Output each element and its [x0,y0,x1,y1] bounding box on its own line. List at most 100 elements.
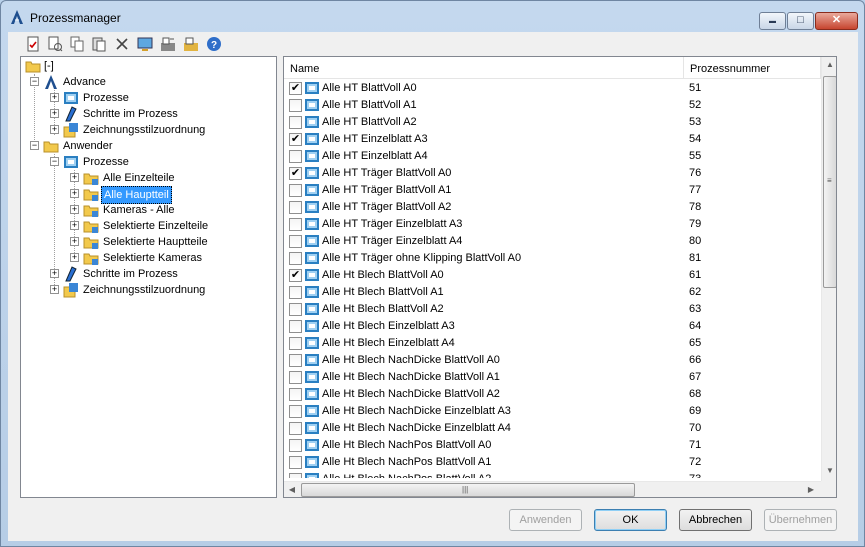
expand-icon[interactable]: + [70,221,79,230]
list-row[interactable]: Alle HT Einzelblatt A4 55 [284,148,821,165]
scroll-up-icon[interactable]: ▲ [822,57,836,73]
column-header-prozessnummer[interactable]: Prozessnummer [684,57,821,79]
expand-icon[interactable]: + [70,253,79,262]
help-icon[interactable]: ? [206,36,222,52]
list-row[interactable]: ✔ Alle HT Einzelblatt A3 54 [284,131,821,148]
expand-icon[interactable]: + [50,125,59,134]
apply-button[interactable]: Anwenden [509,509,582,531]
copy-icon[interactable] [69,36,85,52]
list-row[interactable]: Alle Ht Blech NachPos BlattVoll A2 73 [284,471,821,478]
column-header-name[interactable]: Name [284,57,684,79]
list-row[interactable]: Alle Ht Blech BlattVoll A2 63 [284,301,821,318]
list-row[interactable]: Alle HT BlattVoll A2 53 [284,114,821,131]
row-checkbox[interactable] [289,99,302,112]
list-row[interactable]: Alle HT Träger ohne Klipping BlattVoll A… [284,250,821,267]
row-prozessnummer: 62 [689,286,702,298]
row-checkbox[interactable] [289,456,302,469]
expand-icon[interactable]: + [50,285,59,294]
row-name: Alle Ht Blech BlattVoll A1 [322,286,444,298]
scroll-right-icon[interactable]: ▶ [803,482,819,497]
collapse-icon[interactable]: − [30,141,39,150]
collapse-icon[interactable]: − [50,157,59,166]
row-checkbox[interactable] [289,286,302,299]
row-checkbox[interactable] [289,439,302,452]
cancel-button[interactable]: Abbrechen [679,509,752,531]
list-row[interactable]: Alle Ht Blech NachDicke BlattVoll A0 66 [284,352,821,369]
process-icon [305,371,319,383]
vertical-scrollbar[interactable]: ▲ ≡ ▼ [821,57,836,481]
list-row[interactable]: Alle HT Träger Einzelblatt A4 80 [284,233,821,250]
list-row[interactable]: ✔ Alle HT BlattVoll A0 51 [284,80,821,97]
expand-icon[interactable]: + [50,93,59,102]
row-checkbox[interactable] [289,371,302,384]
list-row[interactable]: Alle Ht Blech NachDicke BlattVoll A2 68 [284,386,821,403]
list-row[interactable]: Alle HT Träger BlattVoll A2 78 [284,199,821,216]
list-row[interactable]: ✔ Alle Ht Blech BlattVoll A0 61 [284,267,821,284]
row-checkbox[interactable] [289,422,302,435]
row-checkbox[interactable] [289,184,302,197]
list-row[interactable]: Alle Ht Blech Einzelblatt A4 65 [284,335,821,352]
list-row[interactable]: Alle HT BlattVoll A1 52 [284,97,821,114]
row-checkbox[interactable] [289,388,302,401]
row-checkbox[interactable] [289,303,302,316]
list-row[interactable]: Alle Ht Blech NachDicke BlattVoll A1 67 [284,369,821,386]
horizontal-scroll-thumb[interactable]: ||| [301,483,635,497]
process-manager-window: Prozessmanager ▬ □ ✕ ? [-] − Advance + P… [0,0,865,547]
list-row[interactable]: Alle Ht Blech NachPos BlattVoll A0 71 [284,437,821,454]
scroll-left-icon[interactable]: ◀ [284,482,300,497]
list-row[interactable]: Alle HT Träger Einzelblatt A3 79 [284,216,821,233]
expand-icon[interactable]: + [70,205,79,214]
row-checkbox[interactable] [289,116,302,129]
panel-splitter[interactable] [278,56,281,498]
row-checkbox[interactable] [289,201,302,214]
row-checkbox[interactable] [289,252,302,265]
expand-icon[interactable]: + [70,189,79,198]
row-prozessnummer: 65 [689,337,702,349]
row-checkbox[interactable]: ✔ [289,269,302,282]
list-row[interactable]: Alle Ht Blech BlattVoll A1 62 [284,284,821,301]
expand-icon[interactable]: + [50,269,59,278]
row-checkbox[interactable] [289,405,302,418]
list-row[interactable]: Alle Ht Blech NachPos BlattVoll A1 72 [284,454,821,471]
process-list[interactable]: Name Prozessnummer ✔ Alle HT BlattVoll A0… [283,56,837,498]
expand-icon[interactable]: + [70,173,79,182]
row-checkbox[interactable] [289,235,302,248]
row-checkbox[interactable] [289,473,302,478]
list-row[interactable]: Alle Ht Blech NachDicke Einzelblatt A3 69 [284,403,821,420]
accept-button[interactable]: Übernehmen [764,509,837,531]
row-checkbox[interactable] [289,354,302,367]
row-prozessnummer: 54 [689,133,702,145]
export-icon[interactable] [160,36,176,52]
maximize-button[interactable]: □ [787,12,814,30]
app-logo-icon [11,10,23,24]
import-icon[interactable] [183,36,199,52]
list-row[interactable]: ✔ Alle HT Träger BlattVoll A0 76 [284,165,821,182]
row-checkbox[interactable] [289,337,302,350]
new-process-icon[interactable] [25,36,41,52]
row-checkbox[interactable] [289,218,302,231]
expand-icon[interactable]: + [50,109,59,118]
vertical-scroll-thumb[interactable]: ≡ [823,76,836,288]
row-prozessnummer: 55 [689,150,702,162]
row-checkbox[interactable]: ✔ [289,133,302,146]
list-row[interactable]: Alle HT Träger BlattVoll A1 77 [284,182,821,199]
delete-icon[interactable] [114,36,130,52]
close-button[interactable]: ✕ [815,12,858,30]
list-row[interactable]: Alle Ht Blech Einzelblatt A3 64 [284,318,821,335]
list-row[interactable]: Alle Ht Blech NachDicke Einzelblatt A4 70 [284,420,821,437]
monitor-icon[interactable] [137,36,153,52]
scroll-down-icon[interactable]: ▼ [822,463,836,479]
horizontal-scrollbar[interactable]: ◀ ||| ▶ [284,481,821,497]
minimize-button[interactable]: ▬ [759,12,786,30]
collapse-icon[interactable]: − [30,77,39,86]
paste-icon[interactable] [91,36,107,52]
row-checkbox[interactable] [289,150,302,163]
row-checkbox[interactable]: ✔ [289,167,302,180]
row-prozessnummer: 63 [689,303,702,315]
copy-page-icon[interactable] [47,36,63,52]
expand-icon[interactable]: + [70,237,79,246]
ok-button[interactable]: OK [594,509,667,531]
row-checkbox[interactable]: ✔ [289,82,302,95]
row-checkbox[interactable] [289,320,302,333]
process-tree[interactable]: [-] − Advance + Prozesse + Schritte im P… [20,56,277,498]
